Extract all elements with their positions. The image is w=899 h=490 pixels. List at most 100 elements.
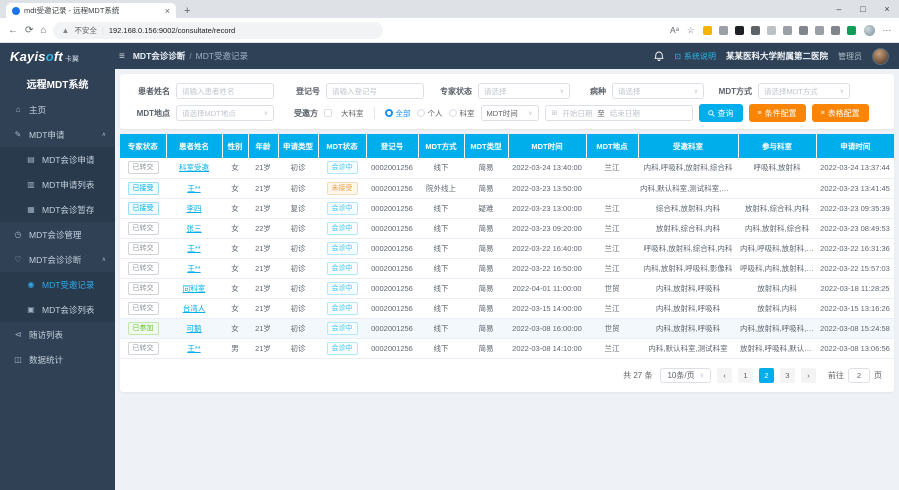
- prev-page-button[interactable]: ‹: [717, 368, 732, 383]
- condition-config-button[interactable]: ≡ 条件配置: [749, 104, 806, 122]
- sidebar-item[interactable]: ▦MDT会诊暂存: [0, 197, 115, 222]
- sidebar-item[interactable]: ▤MDT会诊申请: [0, 147, 115, 172]
- radio-all[interactable]: 全部: [385, 108, 411, 119]
- page-size-select[interactable]: 10条/页∨: [660, 368, 711, 383]
- invited-depts-cell: 内科,放射科,呼吸科: [638, 318, 738, 338]
- favicon: [12, 7, 20, 15]
- table-row[interactable]: 已转交 张三 女 22岁 初诊 会诊中 0002001256 线下 简易 202…: [120, 218, 894, 238]
- extension-light-icon[interactable]: [767, 26, 776, 35]
- main-content: 患者姓名 登记号 专家状态 请选择∨ 病种 请选择∨ MDT方式 请选择MDT方…: [115, 69, 899, 490]
- back-icon[interactable]: ←: [8, 25, 18, 36]
- patient-name-link[interactable]: 可鹅: [187, 324, 202, 333]
- next-page-button[interactable]: ›: [801, 368, 816, 383]
- dept-checkbox-label: 大科室: [341, 108, 364, 119]
- table-row[interactable]: 已转交 同科室 女 21岁 初诊 会诊中 0002001256 线下 简易 20…: [120, 278, 894, 298]
- new-tab-button[interactable]: +: [184, 5, 190, 18]
- system-help-link[interactable]: ⊡ 系统说明: [674, 51, 716, 62]
- config-icon: ≡: [821, 110, 825, 117]
- url-field[interactable]: ▲ 不安全 | 192.168.0.156:9002/consultate/re…: [53, 22, 383, 39]
- browser-menu-icon[interactable]: ⋯: [883, 25, 892, 36]
- patient-name-link[interactable]: 王**: [187, 184, 200, 193]
- table-row[interactable]: 已转交 王** 女 21岁 初诊 会诊中 0002001256 线下 简易 20…: [120, 238, 894, 258]
- page-button-1[interactable]: 1: [738, 368, 753, 383]
- patient-name-link[interactable]: 王**: [187, 244, 200, 253]
- patient-name-link[interactable]: 王**: [187, 344, 200, 353]
- sidebar-item[interactable]: ⊲随访列表: [0, 322, 115, 347]
- browser-profile-avatar[interactable]: [864, 25, 875, 36]
- reload-icon[interactable]: ⟳: [25, 25, 33, 36]
- sidebar-item[interactable]: ◷MDT会诊管理: [0, 222, 115, 247]
- extension-colored-icon[interactable]: [703, 26, 712, 35]
- dept-checkbox[interactable]: [324, 109, 332, 117]
- table-row[interactable]: 已参加 可鹅 女 21岁 初诊 会诊中 0002001256 线下 简易 202…: [120, 318, 894, 338]
- chevron-down-icon: ∨: [694, 88, 698, 95]
- sidebar-item-label: MDT会诊列表: [42, 304, 94, 316]
- tab-close-icon[interactable]: ×: [165, 6, 170, 16]
- age-cell: 21岁: [248, 238, 278, 258]
- page-button-3[interactable]: 3: [780, 368, 795, 383]
- mdt-mode-cell: 线下: [418, 218, 464, 238]
- patient-name-link[interactable]: 台湾人: [183, 304, 206, 313]
- table-config-button[interactable]: ≡ 表格配置: [812, 104, 869, 122]
- extension-square-icon[interactable]: [751, 26, 760, 35]
- patient-name-link[interactable]: 张三: [187, 224, 202, 233]
- browser-tab[interactable]: mdt受邀记录 - 远程MDT系统 ×: [6, 3, 176, 18]
- sidebar-item[interactable]: ▥MDT申请列表: [0, 172, 115, 197]
- breadcrumb-parent[interactable]: MDT会诊诊断: [133, 50, 185, 62]
- patient-name-link[interactable]: 李四: [187, 204, 202, 213]
- mdt-type-cell: 简易: [464, 158, 508, 178]
- home-icon[interactable]: ⌂: [40, 25, 46, 36]
- sidebar-item[interactable]: ⌂主页: [0, 97, 115, 122]
- table-row[interactable]: 已转交 王** 女 21岁 初诊 会诊中 0002001256 线下 简易 20…: [120, 258, 894, 278]
- patient-name-input[interactable]: [176, 83, 274, 99]
- window-maximize-button[interactable]: □: [851, 0, 875, 18]
- extension-audio-icon[interactable]: [783, 26, 792, 35]
- window-close-button[interactable]: ×: [875, 0, 899, 18]
- sidebar-item[interactable]: ✎MDT申请∧: [0, 122, 115, 147]
- table-row[interactable]: 已转交 台湾人 女 21岁 初诊 会诊中 0002001256 线下 简易 20…: [120, 298, 894, 318]
- patient-name-link[interactable]: 同科室: [183, 284, 206, 293]
- register-no-input[interactable]: [326, 83, 424, 99]
- radio-personal[interactable]: 个人: [417, 108, 443, 119]
- user-avatar[interactable]: [872, 48, 889, 65]
- invite-record-icon: ◉: [26, 280, 36, 289]
- radio-dept[interactable]: 科室: [449, 108, 475, 119]
- search-icon: [708, 110, 715, 117]
- apply-type-cell: 初诊: [278, 258, 318, 278]
- sidebar-item[interactable]: ▣MDT会诊列表: [0, 297, 115, 322]
- sidebar-collapse-icon[interactable]: ≡: [119, 51, 125, 62]
- extension-tabs-icon[interactable]: [831, 26, 840, 35]
- window-minimize-button[interactable]: –: [827, 0, 851, 18]
- url-text: 192.168.0.156:9002/consultate/record: [109, 26, 235, 35]
- sidebar-item[interactable]: ◫数据统计: [0, 347, 115, 372]
- disease-select[interactable]: 请选择∨: [612, 83, 704, 99]
- extension-copy-icon[interactable]: [719, 26, 728, 35]
- register-no-cell: 0002001256: [366, 258, 418, 278]
- expert-status-select[interactable]: 请选择∨: [478, 83, 570, 99]
- extension-dark-icon[interactable]: [735, 26, 744, 35]
- tab-title: mdt受邀记录 - 远程MDT系统: [24, 5, 161, 16]
- extension-refresh-icon[interactable]: [799, 26, 808, 35]
- favorite-star-icon[interactable]: ☆: [687, 25, 695, 36]
- table-row[interactable]: 已接受 王** 女 21岁 初诊 未接受 0002001256 院外线上 简易 …: [120, 178, 894, 198]
- search-button[interactable]: 查询: [699, 104, 743, 122]
- time-type-select[interactable]: MDT时间∨: [481, 105, 539, 121]
- patient-name-link[interactable]: 科室受邀: [179, 163, 209, 172]
- table-row[interactable]: 已转交 科室受邀 女 21岁 初诊 会诊中 0002001256 线下 简易 2…: [120, 158, 894, 178]
- table-row[interactable]: 已接受 李四 女 21岁 复诊 会诊中 0002001256 线下 疑难 202…: [120, 198, 894, 218]
- extension-green-icon[interactable]: [847, 26, 856, 35]
- mdt-place-select[interactable]: 请选择MDT地点∨: [176, 105, 274, 121]
- sidebar-item[interactable]: ◉MDT受邀记录: [0, 272, 115, 297]
- goto-page-input[interactable]: [848, 368, 870, 383]
- notification-bell-icon[interactable]: [654, 51, 664, 62]
- read-aloud-icon[interactable]: Aᵃ: [670, 25, 679, 35]
- patient-name-link[interactable]: 王**: [187, 264, 200, 273]
- page-button-2[interactable]: 2: [759, 368, 774, 383]
- age-cell: 21岁: [248, 198, 278, 218]
- sidebar-item[interactable]: ♡MDT会诊诊断∧: [0, 247, 115, 272]
- date-range-picker[interactable]: ⊞ 开始日期 至 结束日期: [545, 105, 693, 121]
- extension-split-icon[interactable]: [815, 26, 824, 35]
- mdt-mode-select[interactable]: 请选择MDT方式∨: [758, 83, 850, 99]
- column-header: MDT时间: [508, 134, 586, 158]
- table-row[interactable]: 已转交 王** 男 21岁 初诊 会诊中 0002001256 线下 简易 20…: [120, 338, 894, 358]
